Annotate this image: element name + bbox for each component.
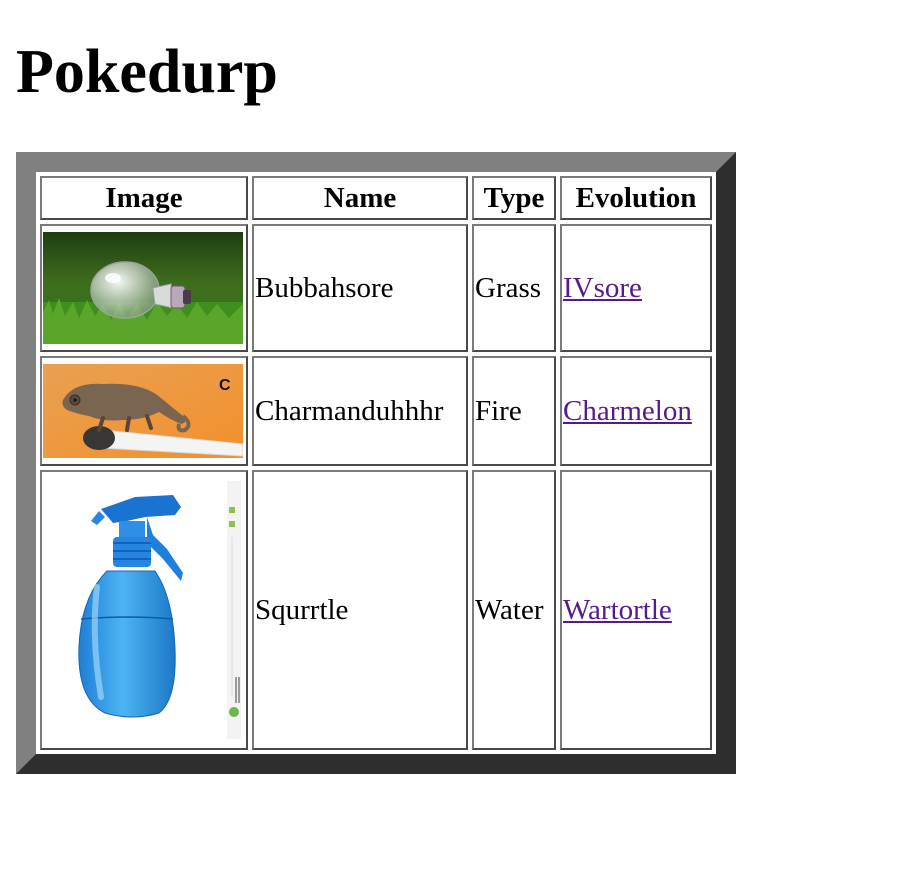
image-cell xyxy=(40,224,248,352)
chameleon-on-match-image: C xyxy=(43,364,243,458)
evolution-cell: IVsore xyxy=(560,224,712,352)
name-cell: Squrrtle xyxy=(252,470,468,750)
header-type: Type xyxy=(472,176,556,220)
type-cell: Water xyxy=(472,470,556,750)
evolution-cell: Charmelon xyxy=(560,356,712,466)
image-cell: C xyxy=(40,356,248,466)
pokedex-table-frame: Image Name Type Evolution Bubbahsore Gra… xyxy=(16,152,736,774)
type-cell: Grass xyxy=(472,224,556,352)
image-cell xyxy=(40,470,248,750)
page-title: Pokedurp xyxy=(16,38,278,106)
name-cell: Charmanduhhhr xyxy=(252,356,468,466)
evolution-link[interactable]: Charmelon xyxy=(563,395,692,427)
table-row: Bubbahsore Grass IVsore xyxy=(40,224,712,352)
evolution-link[interactable]: IVsore xyxy=(563,272,642,304)
image-overlay-letter: C xyxy=(219,377,231,394)
evolution-cell: Wartortle xyxy=(560,470,712,750)
header-evolution: Evolution xyxy=(560,176,712,220)
pokedex-table: Image Name Type Evolution Bubbahsore Gra… xyxy=(36,172,716,754)
table-header-row: Image Name Type Evolution xyxy=(40,176,712,220)
blue-spray-bottle-image xyxy=(43,477,243,743)
name-cell: Bubbahsore xyxy=(252,224,468,352)
header-image: Image xyxy=(40,176,248,220)
lightbulb-on-grass-image xyxy=(43,232,243,344)
evolution-link[interactable]: Wartortle xyxy=(563,594,672,626)
table-row: C Charmanduhhhr Fire Charmelon xyxy=(40,356,712,466)
header-name: Name xyxy=(252,176,468,220)
table-row: Squrrtle Water Wartortle xyxy=(40,470,712,750)
type-cell: Fire xyxy=(472,356,556,466)
